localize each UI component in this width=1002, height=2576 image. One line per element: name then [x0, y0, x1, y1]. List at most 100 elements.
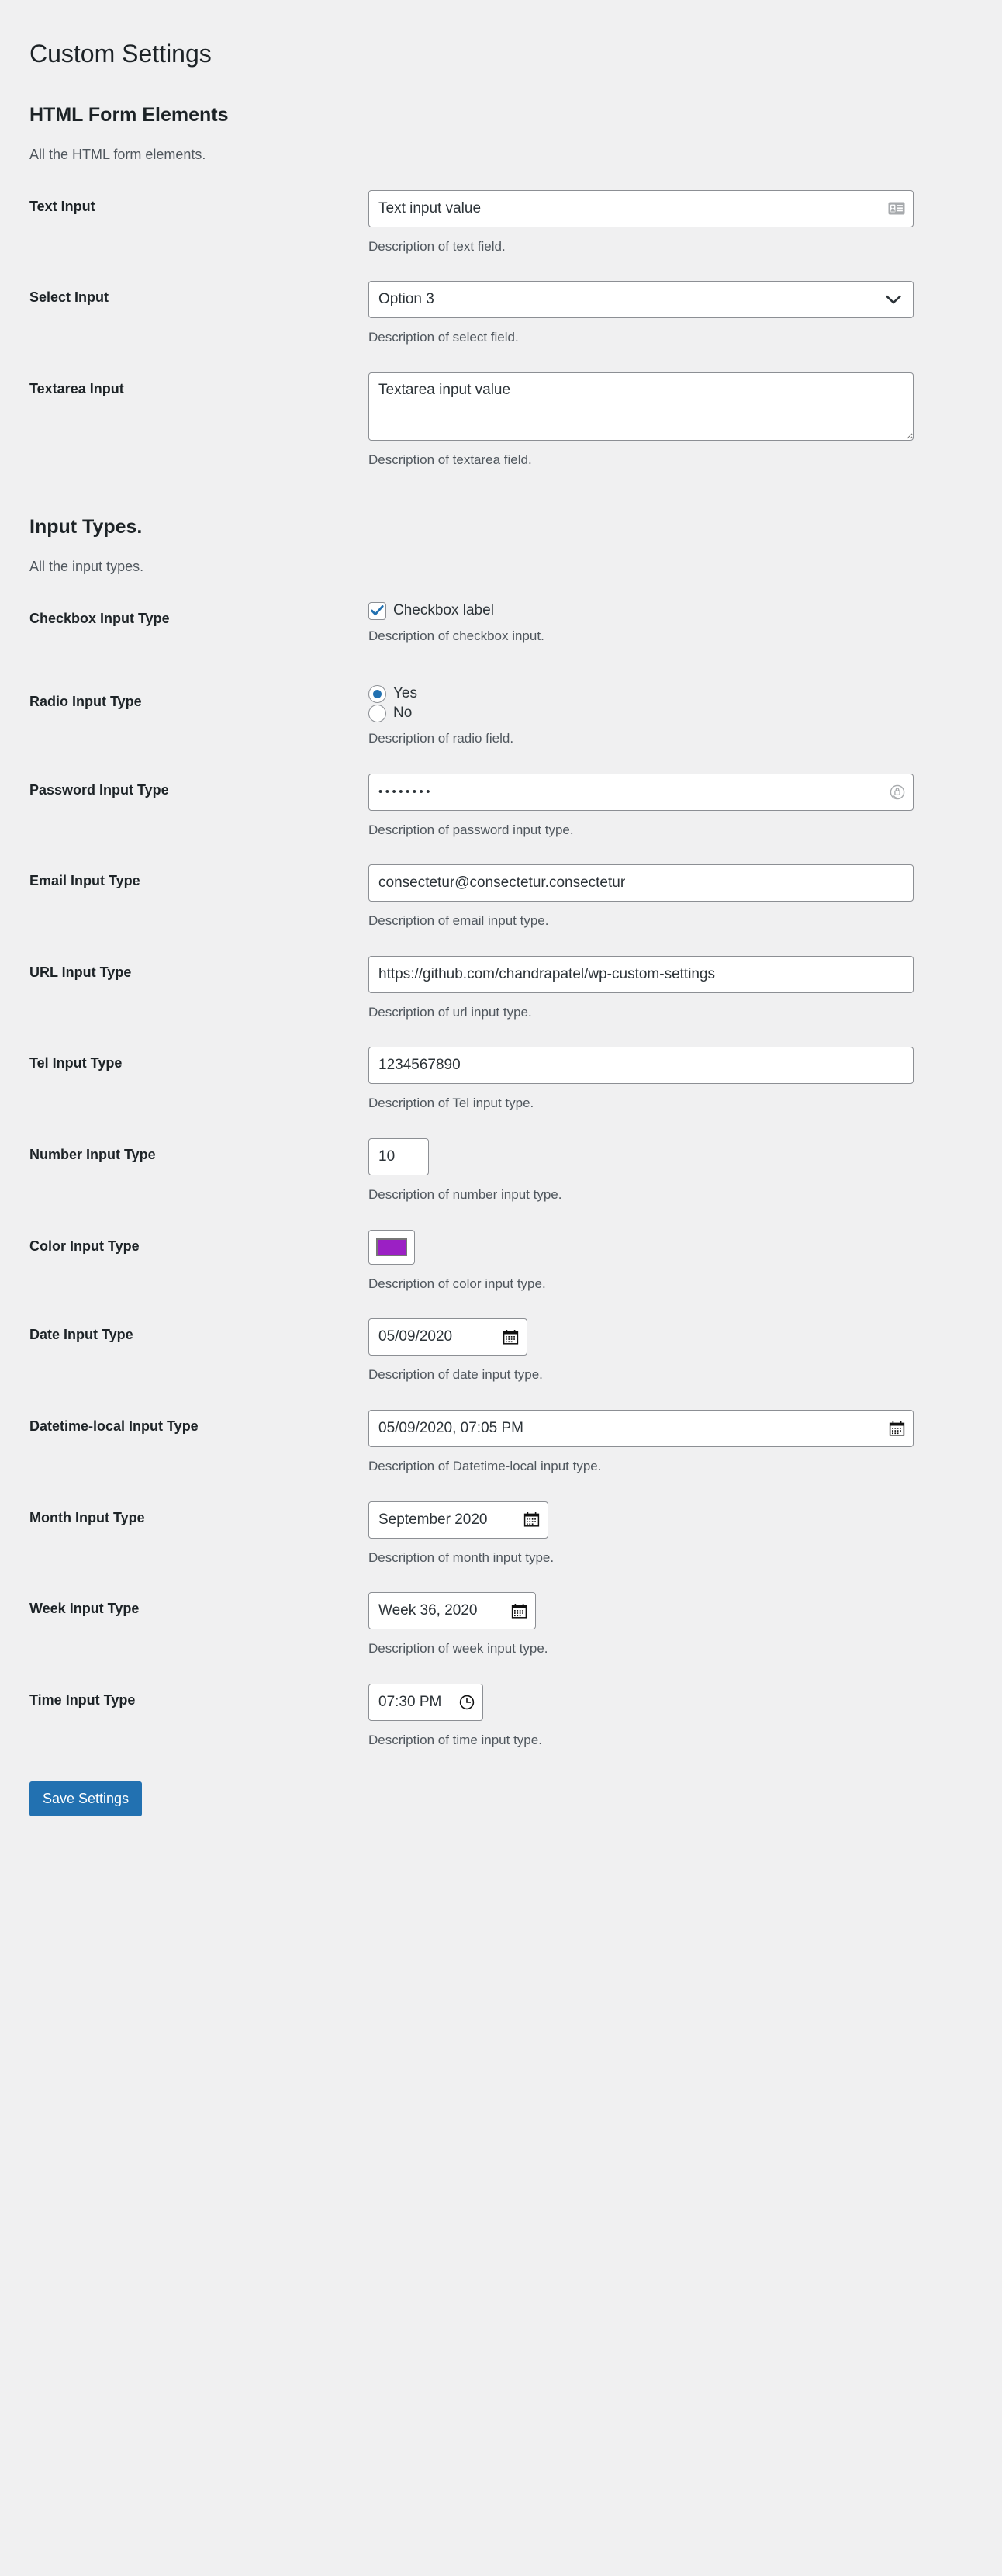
radio-label-yes: Yes — [393, 685, 417, 702]
radio-label-no: No — [393, 705, 413, 722]
field-label-number: Number Input Type — [29, 1147, 156, 1163]
address-card-icon[interactable] — [888, 202, 905, 215]
field-row-number: Number Input Type 10 Description of numb… — [29, 1113, 1002, 1205]
datetime-local-input-value: 05/09/2020, 07:05 PM — [378, 1420, 523, 1437]
checkbox-input[interactable] — [368, 601, 386, 620]
month-input[interactable]: September 2020 — [368, 1501, 548, 1539]
section-heading-input-types: Input Types. — [29, 515, 143, 538]
month-input-value: September 2020 — [378, 1511, 488, 1528]
form-table-input-types: Checkbox Input Type Checkbox label Descr… — [29, 577, 1002, 1750]
color-swatch — [376, 1238, 407, 1256]
tel-input-value: 1234567890 — [378, 1057, 461, 1074]
field-row-tel: Tel Input Type 1234567890 Description of… — [29, 1022, 1002, 1113]
email-input[interactable]: consectetur@consectetur.consectetur — [368, 864, 914, 902]
calendar-icon[interactable] — [523, 1511, 540, 1528]
clock-icon[interactable] — [459, 1695, 475, 1710]
field-row-week: Week Input Type Week 36, 2020 Descriptio… — [29, 1567, 1002, 1659]
page-title: Custom Settings — [29, 40, 212, 68]
select-input-value: Option 3 — [378, 291, 434, 308]
field-row-checkbox: Checkbox Input Type Checkbox label Descr… — [29, 577, 1002, 660]
field-description-checkbox: Description of checkbox input. — [368, 628, 544, 643]
calendar-icon[interactable] — [503, 1329, 519, 1345]
radio-input-no[interactable] — [368, 704, 386, 722]
tel-input[interactable]: 1234567890 — [368, 1047, 914, 1085]
field-label-radio: Radio Input Type — [29, 693, 142, 709]
field-description-select: Description of select field. — [368, 330, 519, 345]
field-description-password: Description of password input type. — [368, 822, 574, 837]
time-input-value: 07:30 PM — [378, 1693, 442, 1710]
radio-input-yes[interactable] — [368, 684, 386, 703]
week-input-value: Week 36, 2020 — [378, 1602, 478, 1619]
checkbox-option-label: Checkbox label — [393, 602, 494, 619]
url-input-value: https://github.com/chandrapatel/wp-custo… — [378, 965, 716, 982]
password-key-icon[interactable] — [890, 784, 905, 800]
week-input[interactable]: Week 36, 2020 — [368, 1592, 536, 1630]
field-label-url: URL Input Type — [29, 964, 132, 980]
field-row-date: Date Input Type 05/09/2020 Description o… — [29, 1293, 1002, 1385]
radio-selected-dot — [373, 689, 382, 698]
field-label-checkbox: Checkbox Input Type — [29, 610, 170, 626]
datetime-local-input[interactable]: 05/09/2020, 07:05 PM — [368, 1410, 914, 1448]
field-description-text: Description of text field. — [368, 238, 506, 254]
field-row-text: Text Input Text input value Description … — [29, 165, 1002, 257]
text-input-value: Text input value — [378, 199, 482, 216]
field-label-select: Select Input — [29, 289, 109, 306]
section-description-html-form-elements: All the HTML form elements. — [29, 146, 206, 162]
field-label-time: Time Input Type — [29, 1691, 136, 1708]
field-label-password: Password Input Type — [29, 781, 169, 798]
field-row-datetime-local: Datetime-local Input Type 05/09/2020, 07… — [29, 1385, 1002, 1477]
field-row-email: Email Input Type consectetur@consectetur… — [29, 840, 1002, 931]
field-description-url: Description of url input type. — [368, 1004, 532, 1020]
field-row-month: Month Input Type September 2020 Descript… — [29, 1477, 1002, 1568]
field-description-tel: Description of Tel input type. — [368, 1096, 534, 1111]
checkbox-input-row[interactable]: Checkbox label — [368, 601, 986, 620]
field-row-url: URL Input Type https://github.com/chandr… — [29, 931, 1002, 1023]
field-label-text: Text Input — [29, 198, 95, 214]
color-input[interactable] — [368, 1229, 415, 1265]
select-input-wrapper: Option 3 — [368, 281, 914, 319]
field-description-radio: Description of radio field. — [368, 730, 514, 746]
password-input-value: •••••••• — [378, 785, 434, 799]
textarea-input[interactable] — [368, 372, 914, 441]
settings-page: Custom Settings HTML Form Elements All t… — [0, 0, 1002, 1816]
field-row-color: Color Input Type Description of color in… — [29, 1205, 1002, 1294]
field-label-week: Week Input Type — [29, 1601, 140, 1617]
number-input[interactable]: 10 — [368, 1138, 429, 1176]
field-label-email: Email Input Type — [29, 873, 140, 889]
select-input[interactable]: Option 3 — [368, 281, 914, 319]
section-heading-html-form-elements: HTML Form Elements — [29, 103, 229, 126]
field-description-date: Description of date input type. — [368, 1367, 543, 1383]
field-description-textarea: Description of textarea field. — [368, 452, 532, 467]
date-input[interactable]: 05/09/2020 — [368, 1318, 527, 1356]
field-row-time: Time Input Type 07:30 PM Description of … — [29, 1659, 1002, 1750]
field-label-date: Date Input Type — [29, 1327, 133, 1343]
field-description-number: Description of number input type. — [368, 1187, 562, 1203]
radio-option-no[interactable]: No — [368, 704, 986, 722]
save-settings-button[interactable]: Save Settings — [29, 1781, 143, 1816]
field-description-datetime-local: Description of Datetime-local input type… — [368, 1459, 602, 1474]
url-input[interactable]: https://github.com/chandrapatel/wp-custo… — [368, 955, 914, 993]
field-row-select: Select Input Option 3 Description of sel… — [29, 256, 1002, 348]
field-label-tel: Tel Input Type — [29, 1055, 123, 1072]
calendar-icon[interactable] — [511, 1603, 527, 1619]
field-description-week: Description of week input type. — [368, 1641, 548, 1657]
form-table-html-elements: Text Input Text input value Description … — [29, 165, 1002, 470]
password-input[interactable]: •••••••• — [368, 773, 914, 811]
text-input[interactable]: Text input value — [368, 189, 914, 227]
field-row-radio: Radio Input Type Yes No Description of r… — [29, 660, 1002, 749]
radio-option-yes[interactable]: Yes — [368, 684, 986, 703]
check-icon — [371, 605, 384, 616]
submit-area: Save Settings — [29, 1750, 1002, 1816]
field-label-textarea: Textarea Input — [29, 380, 124, 396]
radio-group: Yes No — [368, 684, 986, 722]
field-description-email: Description of email input type. — [368, 913, 549, 929]
time-input[interactable]: 07:30 PM — [368, 1683, 483, 1721]
field-description-month: Description of month input type. — [368, 1549, 555, 1565]
calendar-icon[interactable] — [889, 1421, 905, 1437]
email-input-value: consectetur@consectetur.consectetur — [378, 874, 626, 892]
field-row-password: Password Input Type •••••••• Description… — [29, 749, 1002, 840]
date-input-value: 05/09/2020 — [378, 1328, 453, 1345]
section-description-input-types: All the input types. — [29, 558, 144, 574]
field-description-time: Description of time input type. — [368, 1732, 542, 1747]
number-input-value: 10 — [378, 1148, 396, 1165]
